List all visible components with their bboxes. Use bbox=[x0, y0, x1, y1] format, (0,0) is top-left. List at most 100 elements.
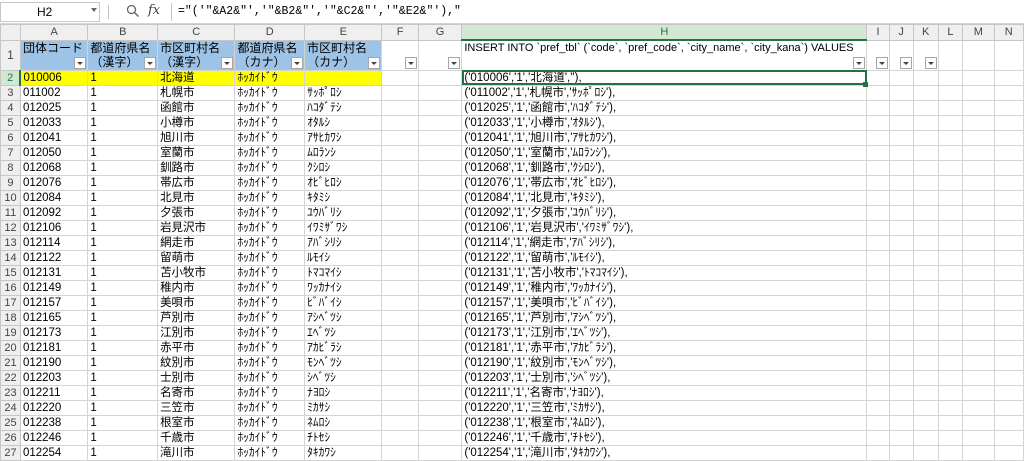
cell-b14[interactable]: 1 bbox=[87, 249, 159, 266]
cell-h24[interactable]: ('012220','1','三笠市','ﾐｶｻｼ'), bbox=[461, 399, 868, 416]
table-row[interactable]: 26 012246 1 千歳市 ﾎｯｶｲﾄﾞｳ ﾁﾄｾｼ ('012246','1','千歳… bbox=[0, 429, 1024, 446]
row-header-25[interactable]: 25 bbox=[0, 414, 21, 431]
cell-a27[interactable]: 012254 bbox=[19, 444, 89, 461]
cell-i2[interactable] bbox=[866, 69, 890, 86]
table-row[interactable]: 18 012165 1 芦別市 ﾎｯｶｲﾄﾞｳ ｱｼﾍﾞﾂｼ ('012165','1','… bbox=[0, 309, 1024, 326]
cell-h22[interactable]: ('012203','1','士別市','ｼﾍﾞﾂｼ'), bbox=[461, 369, 868, 386]
table-row[interactable]: 9 012076 1 帯広市 ﾎｯｶｲﾄﾞｳ ｵﾋﾞﾋﾛｼ ('012076','1','帯… bbox=[0, 174, 1024, 191]
cell-b26[interactable]: 1 bbox=[87, 429, 159, 446]
cell-k11[interactable] bbox=[912, 204, 939, 221]
cell-n9[interactable] bbox=[993, 174, 1024, 191]
cell-b11[interactable]: 1 bbox=[87, 204, 159, 221]
cell-m14[interactable] bbox=[962, 249, 995, 266]
cell-l5[interactable] bbox=[937, 114, 964, 131]
cell-f6[interactable] bbox=[381, 129, 419, 146]
cell-h18[interactable]: ('012165','1','芦別市','ｱｼﾍﾞﾂｼ'), bbox=[461, 309, 868, 326]
cell-h12[interactable]: ('012106','1','岩見沢市','ｲﾜﾐｻﾞﾜｼ'), bbox=[461, 219, 868, 236]
cell-b3[interactable]: 1 bbox=[87, 84, 159, 101]
cell-e22[interactable]: ｼﾍﾞﾂｼ bbox=[304, 369, 383, 386]
cell-e20[interactable]: ｱｶﾋﾞﾗｼ bbox=[304, 339, 383, 356]
cell-i3[interactable] bbox=[866, 84, 890, 101]
cell-g27[interactable] bbox=[417, 444, 463, 461]
table-row[interactable]: 12 012106 1 岩見沢市 ﾎｯｶｲﾄﾞｳ ｲﾜﾐｻﾞﾜｼ ('012106','1'… bbox=[0, 219, 1024, 236]
cell-i22[interactable] bbox=[866, 369, 890, 386]
row-header-26[interactable]: 26 bbox=[0, 429, 21, 446]
row-header-10[interactable]: 10 bbox=[0, 189, 21, 206]
cell-a8[interactable]: 012068 bbox=[19, 159, 89, 176]
filter-dropdown-icon[interactable] bbox=[74, 56, 87, 69]
cell-b21[interactable]: 1 bbox=[87, 354, 159, 371]
cell-c6[interactable]: 旭川市 bbox=[157, 129, 236, 146]
cell-j23[interactable] bbox=[888, 384, 914, 401]
cell-g24[interactable] bbox=[417, 399, 463, 416]
cell-d20[interactable]: ﾎｯｶｲﾄﾞｳ bbox=[234, 339, 306, 356]
cell-f11[interactable] bbox=[381, 204, 419, 221]
cell-l23[interactable] bbox=[937, 384, 964, 401]
row-header-1[interactable]: 1 bbox=[0, 39, 21, 71]
cell-n14[interactable] bbox=[993, 249, 1024, 266]
cell-c9[interactable]: 帯広市 bbox=[157, 174, 236, 191]
cell-a6[interactable]: 012041 bbox=[19, 129, 89, 146]
cell-c23[interactable]: 名寄市 bbox=[157, 384, 236, 401]
cell-b22[interactable]: 1 bbox=[87, 369, 159, 386]
cell-j26[interactable] bbox=[888, 429, 914, 446]
cell-d12[interactable]: ﾎｯｶｲﾄﾞｳ bbox=[234, 219, 306, 236]
cell-f21[interactable] bbox=[381, 354, 419, 371]
filter-dropdown-icon[interactable] bbox=[875, 56, 888, 69]
cell-m6[interactable] bbox=[962, 129, 995, 146]
cell-i16[interactable] bbox=[866, 279, 890, 296]
cell-h19[interactable]: ('012173','1','江別市','ｴﾍﾞﾂｼ'), bbox=[461, 324, 868, 341]
cell-j22[interactable] bbox=[888, 369, 914, 386]
table-row[interactable]: 13 012114 1 網走市 ﾎｯｶｲﾄﾞｳ ｱﾊﾞｼﾘｼ ('012114','1','… bbox=[0, 234, 1024, 251]
cell-j2[interactable] bbox=[888, 69, 914, 86]
cell-f7[interactable] bbox=[381, 144, 419, 161]
cell-d18[interactable]: ﾎｯｶｲﾄﾞｳ bbox=[234, 309, 306, 326]
cell-d7[interactable]: ﾎｯｶｲﾄﾞｳ bbox=[234, 144, 306, 161]
cell-i4[interactable] bbox=[866, 99, 890, 116]
cell-g5[interactable] bbox=[417, 114, 463, 131]
cell-b10[interactable]: 1 bbox=[87, 189, 159, 206]
column-header-n[interactable]: N bbox=[993, 24, 1024, 41]
row-header-13[interactable]: 13 bbox=[0, 234, 21, 251]
cell-k14[interactable] bbox=[912, 249, 939, 266]
row-header-23[interactable]: 23 bbox=[0, 384, 21, 401]
row-header-27[interactable]: 27 bbox=[0, 444, 21, 461]
cell-k20[interactable] bbox=[912, 339, 939, 356]
cell-f2[interactable] bbox=[381, 69, 419, 86]
cell-d24[interactable]: ﾎｯｶｲﾄﾞｳ bbox=[234, 399, 306, 416]
row-header-24[interactable]: 24 bbox=[0, 399, 21, 416]
cell-m21[interactable] bbox=[962, 354, 995, 371]
cell-b16[interactable]: 1 bbox=[87, 279, 159, 296]
header-cell-b[interactable]: 都道府県名 （漢字） bbox=[87, 39, 159, 71]
cell-j9[interactable] bbox=[888, 174, 914, 191]
row-header-9[interactable]: 9 bbox=[0, 174, 21, 191]
cell-f23[interactable] bbox=[381, 384, 419, 401]
cell-k4[interactable] bbox=[912, 99, 939, 116]
cell-b8[interactable]: 1 bbox=[87, 159, 159, 176]
cell-a3[interactable]: 011002 bbox=[19, 84, 89, 101]
cell-k26[interactable] bbox=[912, 429, 939, 446]
select-all-corner[interactable] bbox=[0, 24, 21, 41]
row-header-20[interactable]: 20 bbox=[0, 339, 21, 356]
cell-k25[interactable] bbox=[912, 414, 939, 431]
cell-e23[interactable]: ﾅﾖﾛｼ bbox=[304, 384, 383, 401]
row-header-5[interactable]: 5 bbox=[0, 114, 21, 131]
cell-h27[interactable]: ('012254','1','滝川市','ﾀｷｶﾜｼ'), bbox=[461, 444, 868, 461]
cell-b6[interactable]: 1 bbox=[87, 129, 159, 146]
table-row[interactable]: 17 012157 1 美唄市 ﾎｯｶｲﾄﾞｳ ﾋﾞﾊﾞｲｼ ('012157','1','… bbox=[0, 294, 1024, 311]
cell-j15[interactable] bbox=[888, 264, 914, 281]
cell-b5[interactable]: 1 bbox=[87, 114, 159, 131]
cell-i25[interactable] bbox=[866, 414, 890, 431]
cell-m3[interactable] bbox=[962, 84, 995, 101]
cell-j11[interactable] bbox=[888, 204, 914, 221]
cell-b19[interactable]: 1 bbox=[87, 324, 159, 341]
column-header-h[interactable]: H bbox=[461, 24, 868, 41]
cell-a20[interactable]: 012181 bbox=[19, 339, 89, 356]
cell-i20[interactable] bbox=[866, 339, 890, 356]
cell-i15[interactable] bbox=[866, 264, 890, 281]
cell-e4[interactable]: ﾊｺﾀﾞﾃｼ bbox=[304, 99, 383, 116]
cell-l12[interactable] bbox=[937, 219, 964, 236]
cell-f20[interactable] bbox=[381, 339, 419, 356]
row-header-19[interactable]: 19 bbox=[0, 324, 21, 341]
cell-g17[interactable] bbox=[417, 294, 463, 311]
